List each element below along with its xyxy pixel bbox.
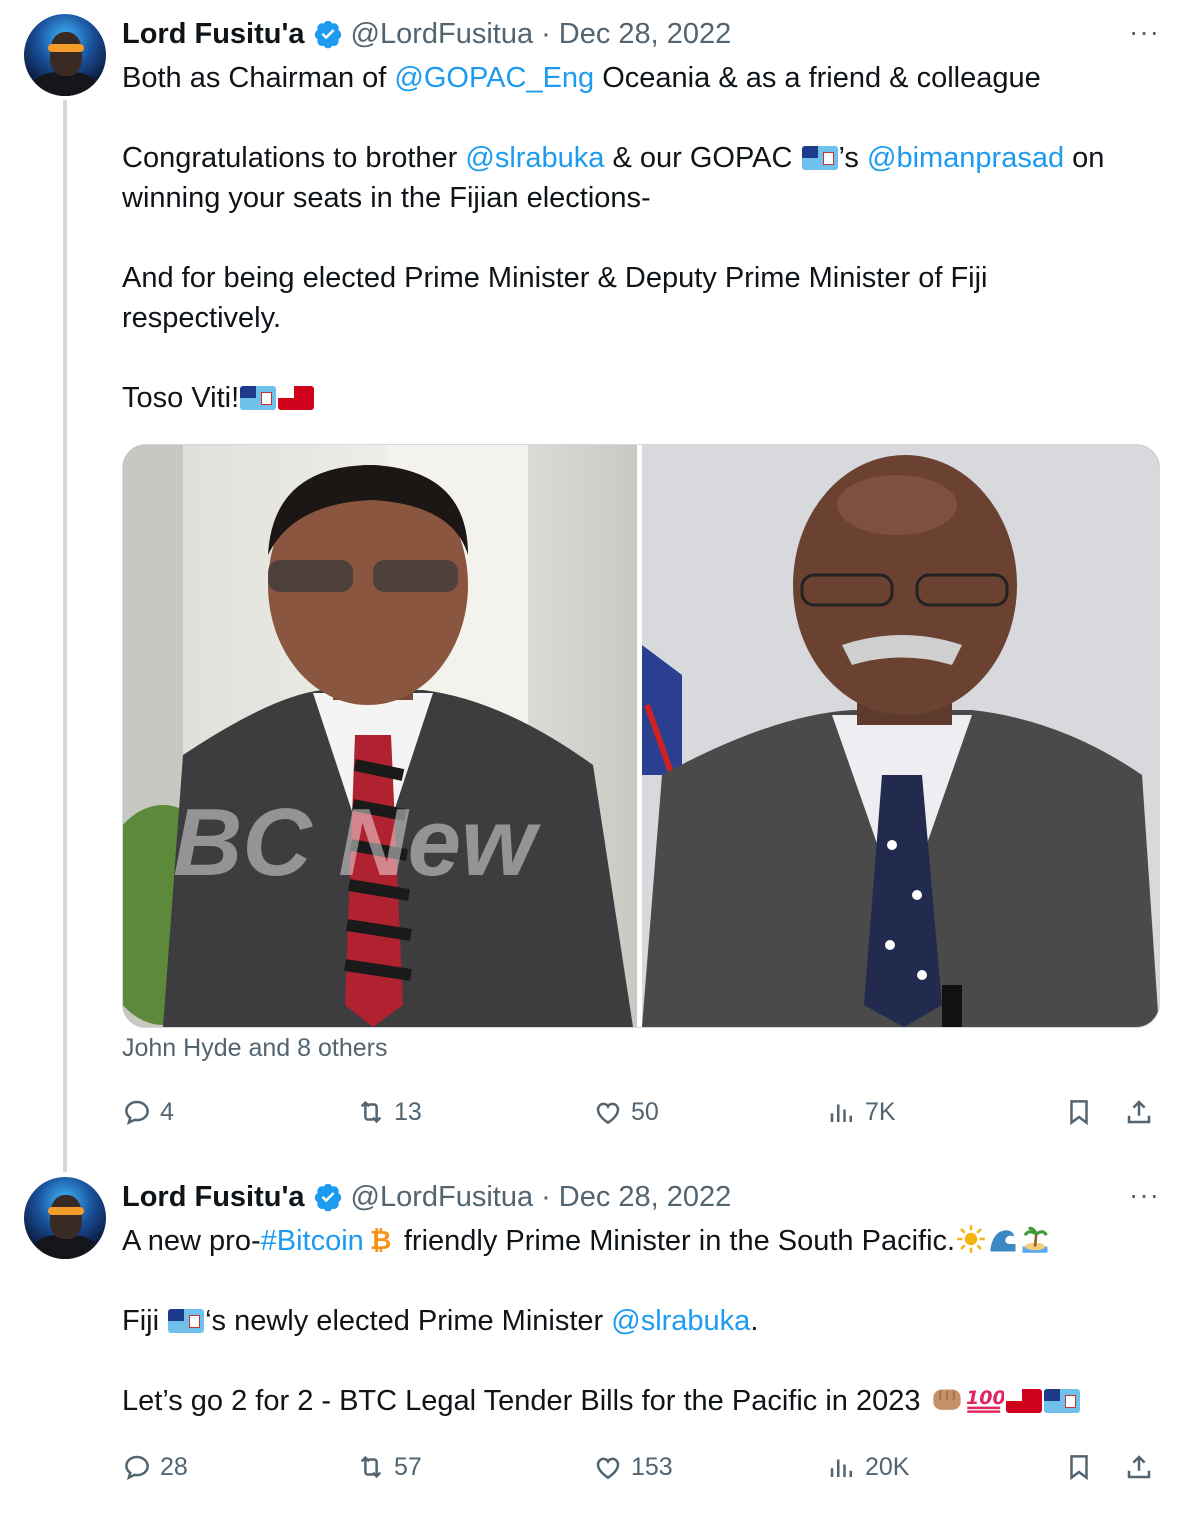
mention-link[interactable]: @slrabuka [465,142,604,174]
sun-icon [957,1225,985,1253]
separator-dot: · [541,1180,551,1213]
text-segment: A new pro- [122,1225,261,1257]
retweet-icon [360,1455,382,1479]
views-button[interactable]: 20K [827,1447,909,1487]
bookmark-icon [1070,1455,1088,1481]
retweet-icon [360,1100,382,1124]
tweet-2[interactable]: Lord Fusitu'a @LordFusitua · Dec 28, 202… [0,1163,1192,1526]
tweet-text: A new pro-#Bitcoin ₿ friendly Prime Minis… [122,1221,1162,1421]
bitcoin-icon: ₿ [370,1226,391,1254]
text-segment: ’s [838,142,867,174]
share-button[interactable] [1124,1092,1162,1132]
tweet-1[interactable]: Lord Fusitu'a @LordFusitua · Dec 28, 202… [0,0,1192,1172]
retweet-button[interactable]: 13 [356,1092,422,1132]
text-segment: on [1064,142,1105,174]
svg-text:100: 100 [966,1387,1004,1409]
mention-link[interactable]: @GOPAC_Eng [394,62,594,94]
text-line: And for being elected Prime Minister & D… [122,262,988,294]
hundred-icon: 100 [966,1387,1004,1413]
fist-icon [932,1389,961,1410]
views-button[interactable]: 7K [827,1092,896,1132]
views-count: 20K [865,1452,910,1481]
mention-link[interactable]: @slrabuka [611,1305,750,1337]
views-icon [830,1459,852,1477]
bookmark-button[interactable] [1064,1447,1102,1487]
island-icon [1022,1226,1048,1253]
like-icon [596,1102,620,1125]
retweet-count: 13 [394,1097,422,1126]
avatar[interactable] [24,1177,106,1259]
wave-icon [990,1230,1016,1252]
reply-button[interactable]: 28 [122,1447,188,1487]
photo-deputy-prime-minister[interactable]: BC New [123,445,637,1027]
tonga-flag-icon [278,386,315,410]
text-segment: Toso Viti! [122,382,240,414]
svg-text:₿: ₿ [370,1226,391,1254]
text-segment: ‘s newly elected Prime Minister [205,1305,612,1337]
views-count: 7K [865,1097,896,1126]
tweet-date[interactable]: Dec 28, 2022 [559,1181,732,1214]
text-segment: friendly Prime Minister in the South Pac… [395,1225,956,1257]
text-segment: & our GOPAC [604,142,801,174]
media-grid[interactable]: BC New [122,444,1160,1028]
text-segment: Both as Chairman of [122,62,395,94]
more-icon[interactable]: ··· [1129,16,1160,48]
text-segment: Let’s go 2 for 2 - BTC Legal Tender Bill… [122,1385,929,1417]
reply-button[interactable]: 4 [122,1092,174,1132]
media-watermark: BC New [173,789,541,896]
tweet-header: Lord Fusitu'a @LordFusitua · Dec 28, 202… [122,1177,731,1217]
text-line: winning your seats in the Fijian electio… [122,182,651,214]
text-segment: Oceania & as a friend & colleague [594,62,1041,94]
avatar[interactable] [24,14,106,96]
action-bar: 4 13 50 7K [122,1092,1162,1132]
text-segment: Congratulations to brother [122,142,466,174]
separator-dot: · [541,17,551,50]
reply-count: 4 [160,1097,174,1126]
text-line: respectively. [122,302,282,334]
retweet-count: 57 [394,1452,422,1481]
like-count: 50 [631,1097,659,1126]
bookmark-icon [1070,1100,1088,1126]
fiji-flag-icon [240,386,277,410]
tagged-people[interactable]: John Hyde and 8 others [122,1034,387,1063]
like-count: 153 [631,1452,673,1481]
fiji-flag-icon [168,1309,205,1333]
author-name[interactable]: Lord Fusitu'a [122,18,305,51]
author-handle[interactable]: @LordFusitua [351,18,534,51]
fiji-flag-icon [801,146,838,170]
photo-prime-minister[interactable] [642,445,1159,1027]
tweet-text: Both as Chairman of @GOPAC_Eng Oceania &… [122,58,1162,418]
reply-count: 28 [160,1452,188,1481]
action-bar: 28 57 153 20K [122,1447,1162,1487]
share-button[interactable] [1124,1447,1162,1487]
tonga-flag-icon [1005,1389,1042,1413]
like-button[interactable]: 50 [593,1092,659,1132]
more-icon[interactable]: ··· [1129,1179,1160,1211]
author-name[interactable]: Lord Fusitu'a [122,1181,305,1214]
share-icon [1127,1100,1151,1124]
share-icon [1127,1455,1151,1479]
views-icon [830,1104,852,1122]
tweet-date[interactable]: Dec 28, 2022 [559,18,732,51]
verified-badge-icon [314,20,341,49]
hashtag-link[interactable]: #Bitcoin [261,1225,364,1257]
thread-line [63,100,67,1172]
like-button[interactable]: 153 [593,1447,673,1487]
retweet-button[interactable]: 57 [356,1447,422,1487]
tweet-header: Lord Fusitu'a @LordFusitua · Dec 28, 202… [122,14,731,54]
author-handle[interactable]: @LordFusitua [351,1181,534,1214]
fiji-flag-icon [1043,1389,1080,1413]
like-icon [596,1457,620,1480]
verified-badge-icon [314,1183,341,1212]
mention-link[interactable]: @bimanprasad [867,142,1064,174]
text-segment: . [750,1305,759,1337]
text-segment: Fiji [122,1305,168,1337]
reply-icon [125,1100,149,1125]
bookmark-button[interactable] [1064,1092,1102,1132]
reply-icon [125,1455,149,1480]
